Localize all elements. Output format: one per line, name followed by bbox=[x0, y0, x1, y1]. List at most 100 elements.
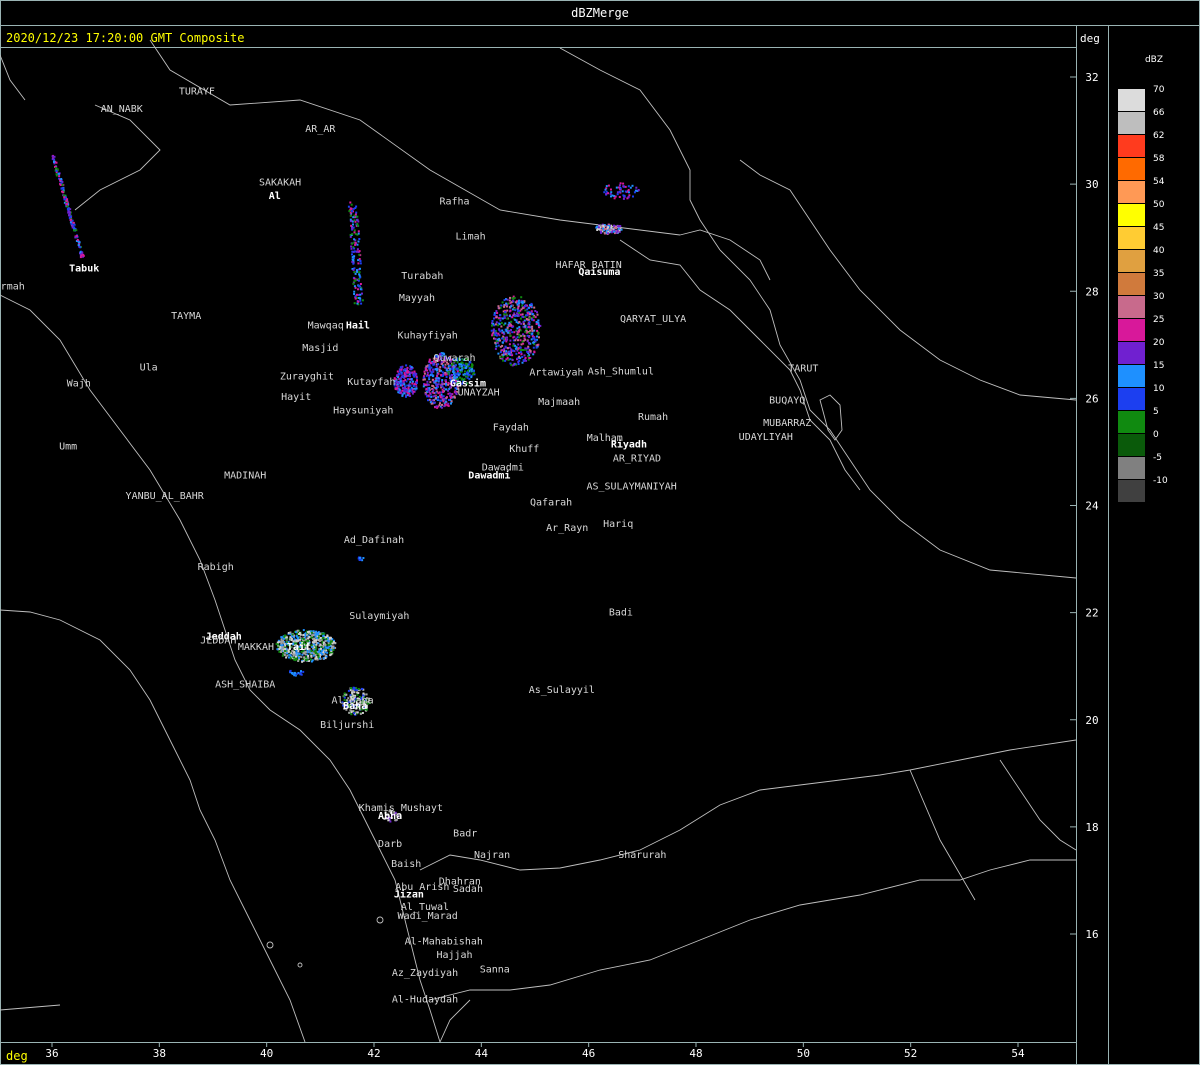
echo-pixel bbox=[357, 230, 360, 233]
echo-pixel bbox=[520, 308, 523, 311]
echo-pixel bbox=[524, 347, 527, 350]
place-label: TURAYF bbox=[179, 87, 215, 98]
echo-pixel bbox=[437, 377, 440, 380]
echo-pixel bbox=[326, 651, 329, 654]
echo-pixel bbox=[68, 214, 70, 217]
echo-pixel bbox=[288, 638, 291, 641]
echo-pixel bbox=[436, 367, 439, 370]
echo-pixel bbox=[356, 269, 358, 272]
echo-pixel bbox=[506, 298, 509, 301]
echo-pixel bbox=[409, 368, 412, 371]
echo-pixel bbox=[431, 399, 434, 402]
echo-pixel bbox=[616, 191, 619, 194]
place-label: Az_Zaydiyah bbox=[392, 968, 458, 979]
echo-pixel bbox=[536, 344, 539, 347]
echo-pixel bbox=[70, 223, 73, 225]
echo-pixel bbox=[60, 178, 63, 180]
echo-pixel bbox=[352, 282, 355, 285]
echo-pixel bbox=[511, 331, 514, 334]
place-label: Al-Hudaydah bbox=[392, 995, 458, 1006]
place-label: AN_NABK bbox=[101, 104, 143, 115]
echo-pixel bbox=[403, 387, 406, 390]
place-label: Hail bbox=[346, 320, 370, 332]
echo-pixel bbox=[67, 208, 69, 211]
echo-pixel bbox=[520, 322, 523, 325]
echo-pixel bbox=[434, 391, 437, 394]
echo-pixel bbox=[518, 328, 521, 331]
echo-pixel bbox=[508, 329, 511, 332]
lat-tick-label: 20 bbox=[1085, 714, 1098, 727]
echo-pixel bbox=[401, 389, 404, 392]
place-label: Abha bbox=[378, 811, 402, 822]
echo-pixel bbox=[507, 347, 509, 349]
echo-pixel bbox=[518, 326, 521, 329]
echo-pixel bbox=[423, 378, 426, 381]
echo-pixel bbox=[354, 279, 357, 282]
echo-pixel bbox=[353, 231, 356, 234]
echo-pixel bbox=[491, 324, 493, 327]
echo-pixel bbox=[358, 253, 361, 256]
echo-pixel bbox=[424, 393, 427, 396]
echo-pixel bbox=[535, 346, 538, 349]
echo-pixel bbox=[359, 299, 362, 302]
lat-tick-label: 24 bbox=[1085, 500, 1099, 513]
place-label: Al bbox=[269, 191, 281, 202]
place-label: Badr bbox=[453, 829, 477, 840]
echo-pixel bbox=[505, 313, 508, 316]
place-label: TAYMA bbox=[171, 311, 201, 322]
echo-pixel bbox=[499, 351, 502, 354]
echo-pixel bbox=[412, 390, 415, 393]
echo-pixel bbox=[503, 315, 506, 318]
echo-pixel bbox=[435, 365, 438, 368]
echo-pixel bbox=[332, 649, 335, 651]
echo-pixel bbox=[357, 692, 360, 694]
echo-pixel bbox=[522, 300, 524, 303]
echo-pixel bbox=[282, 647, 285, 650]
echo-pixel bbox=[413, 370, 416, 373]
echo-pixel bbox=[440, 406, 443, 409]
echo-pixel bbox=[506, 309, 509, 312]
echo-pixel bbox=[446, 404, 449, 407]
echo-pixel bbox=[611, 194, 614, 197]
echo-pixel bbox=[312, 652, 315, 655]
echo-pixel bbox=[400, 392, 403, 395]
echo-pixel bbox=[506, 336, 508, 339]
echo-pixel bbox=[78, 241, 81, 244]
legend-label: 66 bbox=[1153, 108, 1165, 118]
place-label: Ula bbox=[140, 363, 158, 374]
echo-pixel bbox=[443, 398, 446, 401]
echo-pixel bbox=[524, 330, 527, 333]
echo-pixel bbox=[510, 363, 513, 366]
echo-pixel bbox=[316, 637, 318, 640]
echo-pixel bbox=[500, 325, 503, 328]
echo-pixel bbox=[354, 297, 357, 300]
echo-pixel bbox=[411, 392, 414, 395]
echo-pixel bbox=[499, 339, 501, 342]
echo-pixel bbox=[76, 239, 79, 241]
echo-pixel bbox=[402, 369, 405, 372]
legend-swatch bbox=[1118, 342, 1145, 364]
echo-pixel bbox=[304, 653, 307, 656]
legend-label: 30 bbox=[1153, 292, 1165, 302]
echo-pixel bbox=[303, 656, 306, 659]
echo-pixel bbox=[400, 382, 403, 385]
echo-pixel bbox=[519, 351, 522, 354]
echo-pixel bbox=[620, 228, 623, 231]
place-label: Majmaah bbox=[538, 397, 580, 408]
echo-pixel bbox=[466, 371, 469, 374]
echo-pixel bbox=[353, 238, 356, 241]
place-label: Rabigh bbox=[198, 562, 234, 573]
place-label: Ash_Shumlul bbox=[588, 366, 654, 377]
echo-pixel bbox=[278, 648, 281, 650]
place-label: Tabuk bbox=[69, 263, 99, 274]
echo-pixel bbox=[442, 390, 444, 393]
place-label: Kutayfah bbox=[347, 377, 395, 388]
legend-swatch bbox=[1118, 434, 1145, 456]
echo-pixel bbox=[518, 311, 521, 314]
echo-pixel bbox=[321, 632, 324, 635]
place-label: Rafha bbox=[439, 196, 469, 207]
echo-pixel bbox=[437, 379, 440, 382]
echo-pixel bbox=[321, 649, 323, 652]
echo-pixel bbox=[330, 653, 333, 656]
echo-pixel bbox=[314, 657, 317, 660]
